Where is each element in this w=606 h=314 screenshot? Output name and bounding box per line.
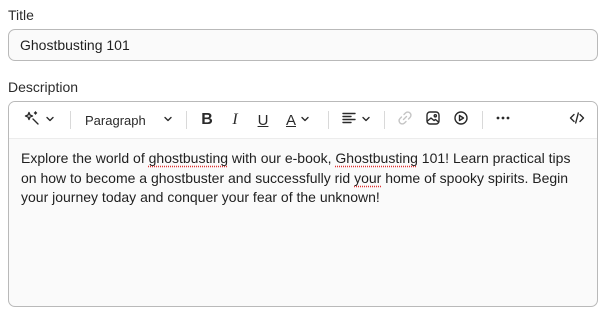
content-text: with our e-book, (228, 150, 336, 166)
ai-assist-dropdown[interactable] (21, 108, 57, 132)
italic-button[interactable]: I (225, 108, 245, 132)
alignment-dropdown[interactable] (339, 108, 373, 132)
italic-icon: I (232, 111, 238, 128)
image-icon (425, 110, 441, 131)
code-view-icon (569, 110, 585, 131)
misspelled-word: your (354, 169, 382, 186)
text-color-dropdown[interactable]: A (281, 108, 315, 132)
bold-button[interactable]: B (197, 108, 217, 132)
misspelled-word: ghostbusting (148, 150, 229, 166)
ellipsis-icon (495, 110, 511, 131)
editor-content[interactable]: Explore the world of ghostbusting with o… (21, 149, 587, 208)
sparkle-wand-icon (24, 110, 40, 131)
toolbar-separator (70, 111, 71, 129)
block-type-label: Paragraph (85, 112, 146, 128)
chevron-down-icon (300, 111, 310, 129)
underline-icon: U (257, 111, 269, 129)
toolbar-separator (384, 111, 385, 129)
more-options-button[interactable] (493, 108, 513, 132)
rich-text-editor: Paragraph B I U A Explore the world of g… (8, 101, 598, 307)
code-view-button[interactable] (567, 108, 587, 132)
title-input[interactable] (8, 29, 598, 61)
content-text: Explore the world of (21, 150, 149, 166)
toolbar-separator (186, 111, 187, 129)
underline-button[interactable]: U (253, 108, 273, 132)
editor-toolbar: Paragraph B I U A (9, 102, 597, 139)
link-button[interactable] (395, 108, 415, 132)
chevron-down-icon (45, 111, 55, 129)
block-type-dropdown[interactable]: Paragraph (85, 108, 175, 132)
chevron-down-icon (361, 111, 371, 129)
bold-icon: B (201, 111, 213, 128)
text-color-icon: A (285, 111, 296, 129)
description-label: Description (8, 79, 79, 95)
chevron-down-icon (163, 111, 173, 129)
link-icon (397, 110, 413, 131)
title-label: Title (8, 7, 34, 23)
insert-media-button[interactable] (451, 108, 471, 132)
toolbar-separator (328, 111, 329, 129)
align-left-icon (341, 110, 357, 131)
toolbar-separator (482, 111, 483, 129)
insert-image-button[interactable] (423, 108, 443, 132)
play-circle-icon (453, 110, 469, 131)
misspelled-word: Ghostbusting (335, 150, 418, 166)
